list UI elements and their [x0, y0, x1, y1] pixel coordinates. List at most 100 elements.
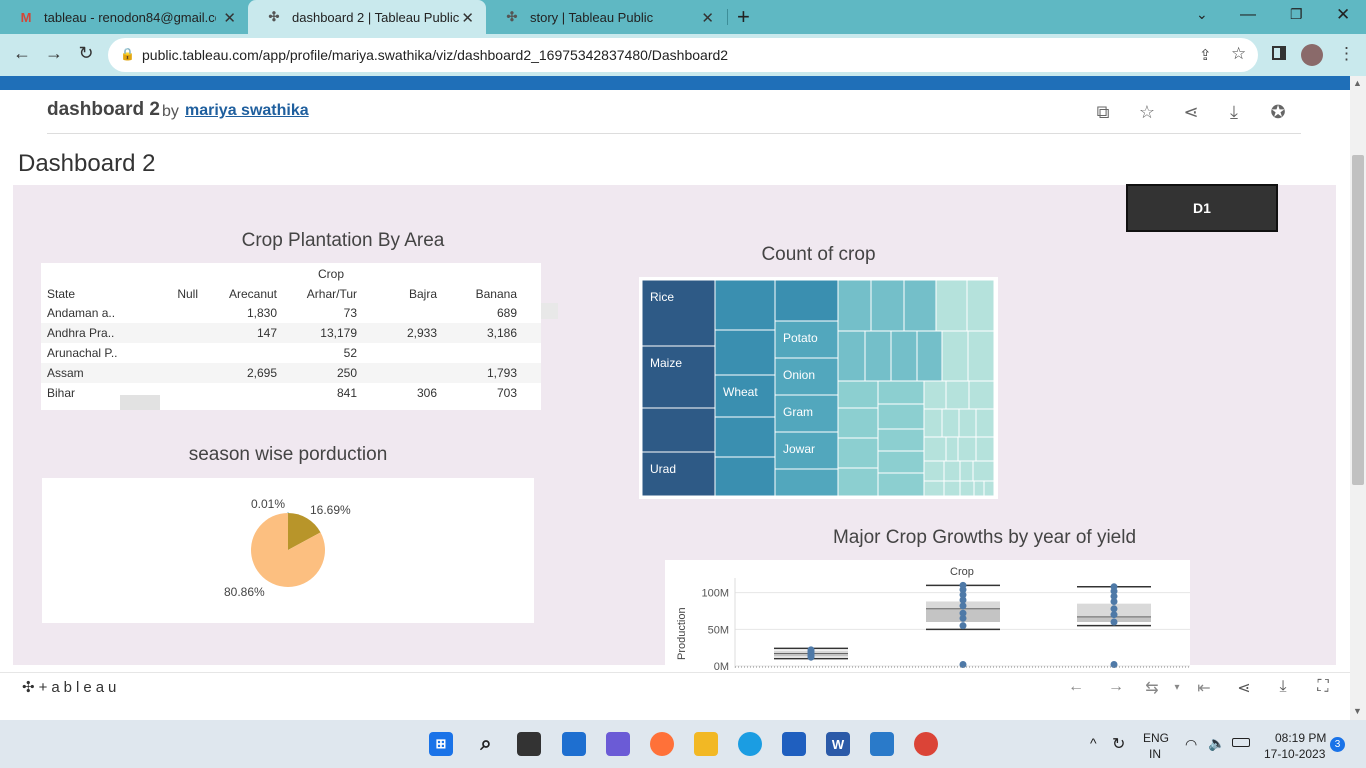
close-icon[interactable]: ✕: [223, 9, 236, 27]
task-view-icon[interactable]: [517, 732, 541, 756]
table-row[interactable]: Bihar 841 306 703: [41, 383, 541, 403]
treemap-cell[interactable]: [837, 330, 866, 382]
forward-icon[interactable]: →: [42, 43, 66, 64]
treemap-cell[interactable]: [837, 279, 872, 332]
treemap-cell[interactable]: [957, 436, 977, 462]
widgets-icon[interactable]: [562, 732, 586, 756]
word-icon[interactable]: W: [826, 732, 850, 756]
treemap-cell[interactable]: [943, 480, 961, 497]
table-row[interactable]: Andaman a.. 1,830 73 689: [41, 303, 541, 323]
close-icon[interactable]: ✕: [701, 9, 714, 27]
sidebar-icon[interactable]: [1272, 46, 1286, 60]
reset-icon[interactable]: ⇤: [1194, 678, 1214, 698]
clock-time[interactable]: 08:19 PM: [1275, 731, 1326, 745]
d1-button[interactable]: D1: [1126, 184, 1278, 232]
treemap-cell[interactable]: [714, 279, 776, 331]
share-icon[interactable]: ⋖: [1181, 102, 1201, 122]
table-row[interactable]: Andhra Pra.. 147 13,179 2,933 3,186: [41, 323, 541, 343]
share-icon[interactable]: ⋖: [1234, 678, 1254, 698]
treemap-cell[interactable]: [941, 408, 960, 438]
notification-badge[interactable]: 3: [1330, 737, 1345, 752]
treemap-cell[interactable]: [837, 437, 879, 469]
share-icon[interactable]: ⇪: [1199, 46, 1212, 64]
undo-icon[interactable]: ←: [1066, 678, 1086, 696]
wifi-icon[interactable]: ◠: [1185, 736, 1197, 753]
table-scrollbar[interactable]: [541, 303, 558, 319]
treemap-cell[interactable]: [935, 279, 968, 332]
profile-avatar[interactable]: [1301, 44, 1323, 66]
treemap-cell[interactable]: [958, 408, 977, 438]
language-label[interactable]: ENG: [1143, 731, 1169, 745]
table-hscroll-thumb[interactable]: [120, 395, 160, 410]
window-close-icon[interactable]: ✕: [1336, 5, 1350, 25]
windows-start-icon[interactable]: ⊞: [429, 732, 453, 756]
treemap-cell[interactable]: [945, 380, 970, 410]
teams-icon[interactable]: [606, 732, 630, 756]
treemap-cell[interactable]: [837, 380, 879, 409]
treemap-cell[interactable]: [714, 329, 776, 376]
author-link[interactable]: mariya swathika: [185, 102, 309, 120]
url-text[interactable]: public.tableau.com/app/profile/mariya.sw…: [142, 47, 728, 63]
edge-icon[interactable]: [738, 732, 762, 756]
treemap-cell[interactable]: [972, 460, 995, 482]
treemap-cell[interactable]: [959, 480, 975, 497]
photos-icon[interactable]: [870, 732, 894, 756]
tab-story[interactable]: ✣ story | Tableau Public ✕: [486, 0, 726, 34]
treemap-cell[interactable]: [923, 480, 945, 497]
store-icon[interactable]: [782, 732, 806, 756]
revert-icon[interactable]: ⇆: [1142, 678, 1162, 698]
treemap-cell[interactable]: [975, 436, 995, 462]
tab-gmail[interactable]: M tableau - renodon84@gmail.com ✕: [0, 0, 248, 34]
treemap-cell[interactable]: [864, 330, 892, 382]
minimize-icon[interactable]: —: [1240, 6, 1256, 24]
table-row[interactable]: Assam 2,695 250 1,793: [41, 363, 541, 383]
volume-icon[interactable]: 🔈: [1208, 735, 1225, 752]
chevron-up-icon[interactable]: ^: [1090, 735, 1097, 751]
tab-dashboard2[interactable]: ✣ dashboard 2 | Tableau Public ✕: [248, 0, 486, 34]
download-icon[interactable]: ⤓: [1273, 678, 1293, 696]
treemap-cell[interactable]: [959, 460, 974, 482]
restore-icon[interactable]: ❐: [1290, 6, 1303, 23]
region-label[interactable]: IN: [1149, 747, 1161, 761]
crop-table[interactable]: Crop State Null Arecanut Arhar/Tur Bajra Bana…: [41, 263, 541, 410]
treemap-cell[interactable]: [870, 279, 905, 332]
treemap-cell[interactable]: [641, 407, 716, 453]
treemap-cell[interactable]: [714, 456, 776, 497]
chevron-down-icon[interactable]: ⌄: [1196, 6, 1208, 23]
treemap-cell[interactable]: [837, 407, 879, 439]
back-icon[interactable]: ←: [10, 43, 34, 64]
battery-icon[interactable]: [1232, 738, 1250, 747]
boxplot-chart[interactable]: Crop Production 100M 50M 0M: [665, 560, 1190, 670]
treemap-cell[interactable]: [973, 480, 985, 497]
sync-icon[interactable]: ↻: [1112, 734, 1125, 754]
treemap-cell[interactable]: [967, 330, 995, 382]
menu-dots-icon[interactable]: ⋮: [1338, 44, 1355, 64]
scroll-up-icon[interactable]: ▲: [1353, 78, 1362, 88]
chrome-icon[interactable]: [914, 732, 938, 756]
redo-icon[interactable]: →: [1106, 678, 1126, 696]
treemap-cell[interactable]: [903, 279, 937, 332]
close-icon[interactable]: ✕: [461, 9, 474, 27]
scrollbar-thumb[interactable]: [1352, 155, 1364, 485]
treemap-cell[interactable]: [714, 416, 776, 458]
treemap-cell[interactable]: [774, 279, 839, 322]
treemap-cell[interactable]: [968, 380, 995, 410]
treemap-cell[interactable]: [877, 450, 925, 474]
treemap-cell[interactable]: [916, 330, 943, 382]
firefox-icon[interactable]: [650, 732, 674, 756]
treemap-cell[interactable]: [837, 467, 879, 497]
treemap-chart[interactable]: Rice Maize Urad Wheat Potato Onion Gram Jowar: [639, 277, 998, 499]
treemap-cell[interactable]: [774, 468, 839, 497]
treemap-cell[interactable]: [877, 472, 925, 497]
clock-date[interactable]: 17-10-2023: [1264, 747, 1325, 761]
bookmark-star-icon[interactable]: ☆: [1231, 44, 1246, 64]
download-icon[interactable]: ⤓: [1224, 102, 1244, 122]
search-icon[interactable]: ⌕: [474, 732, 498, 756]
scroll-down-icon[interactable]: ▼: [1353, 706, 1362, 716]
treemap-cell[interactable]: [923, 436, 947, 462]
treemap-cell[interactable]: [877, 403, 925, 430]
treemap-cell[interactable]: [983, 480, 995, 497]
treemap-cell[interactable]: [877, 380, 925, 405]
pie-chart[interactable]: 0.01% 16.69% 80.86%: [42, 478, 534, 623]
treemap-cell[interactable]: [923, 460, 945, 482]
